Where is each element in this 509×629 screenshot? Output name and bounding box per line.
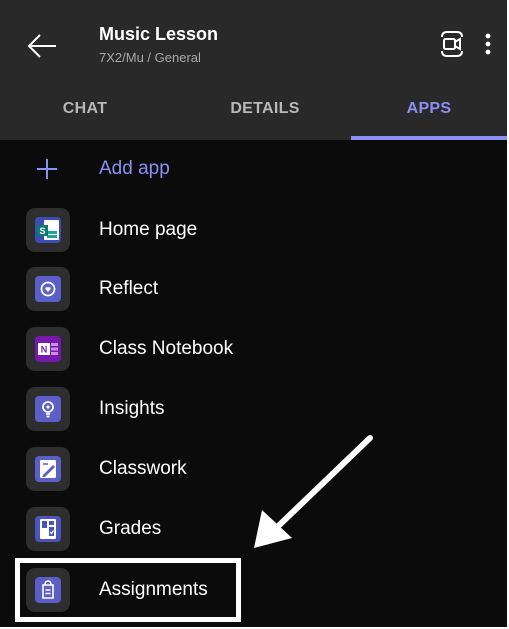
arrow-left-icon[interactable]	[24, 28, 60, 64]
tab-bar: CHAT DETAILS APPS	[0, 94, 507, 140]
channel-header: Music Lesson 7X2/Mu / General CHAT DETAI…	[0, 0, 507, 140]
grades-icon	[26, 507, 70, 551]
plus-icon	[37, 159, 57, 179]
tab-apps[interactable]: APPS	[351, 94, 507, 140]
add-app-button[interactable]: Add app	[0, 140, 507, 198]
app-item-reflect[interactable]: Reflect	[0, 260, 507, 318]
insights-icon	[26, 387, 70, 431]
video-call-icon[interactable]	[437, 29, 467, 59]
sharepoint-icon: S	[26, 208, 70, 252]
tab-chat[interactable]: CHAT	[0, 94, 170, 140]
svg-text:S: S	[39, 226, 45, 236]
channel-subtitle: 7X2/Mu / General	[99, 50, 201, 65]
assignments-highlight-box	[15, 558, 241, 622]
svg-text:N: N	[41, 345, 48, 355]
teams-channel-screen: Music Lesson 7X2/Mu / General CHAT DETAI…	[0, 0, 509, 629]
app-label-classwork: Classwork	[99, 458, 187, 479]
more-vertical-icon[interactable]	[476, 29, 500, 59]
reflect-icon	[26, 267, 70, 311]
app-label-class-notebook: Class Notebook	[99, 338, 234, 359]
classwork-icon	[26, 447, 70, 491]
app-label-insights: Insights	[99, 398, 165, 419]
app-label-reflect: Reflect	[99, 278, 159, 299]
pointer-arrow-icon	[254, 435, 373, 548]
channel-title: Music Lesson	[99, 24, 219, 44]
app-item-home-page[interactable]: S Home page	[0, 201, 507, 259]
add-app-label: Add app	[99, 158, 170, 179]
app-label-grades: Grades	[99, 518, 162, 539]
onenote-icon: N	[26, 327, 70, 371]
app-item-class-notebook[interactable]: N Class Notebook	[0, 320, 507, 378]
tab-details[interactable]: DETAILS	[180, 94, 350, 140]
app-label-home-page: Home page	[99, 219, 198, 240]
